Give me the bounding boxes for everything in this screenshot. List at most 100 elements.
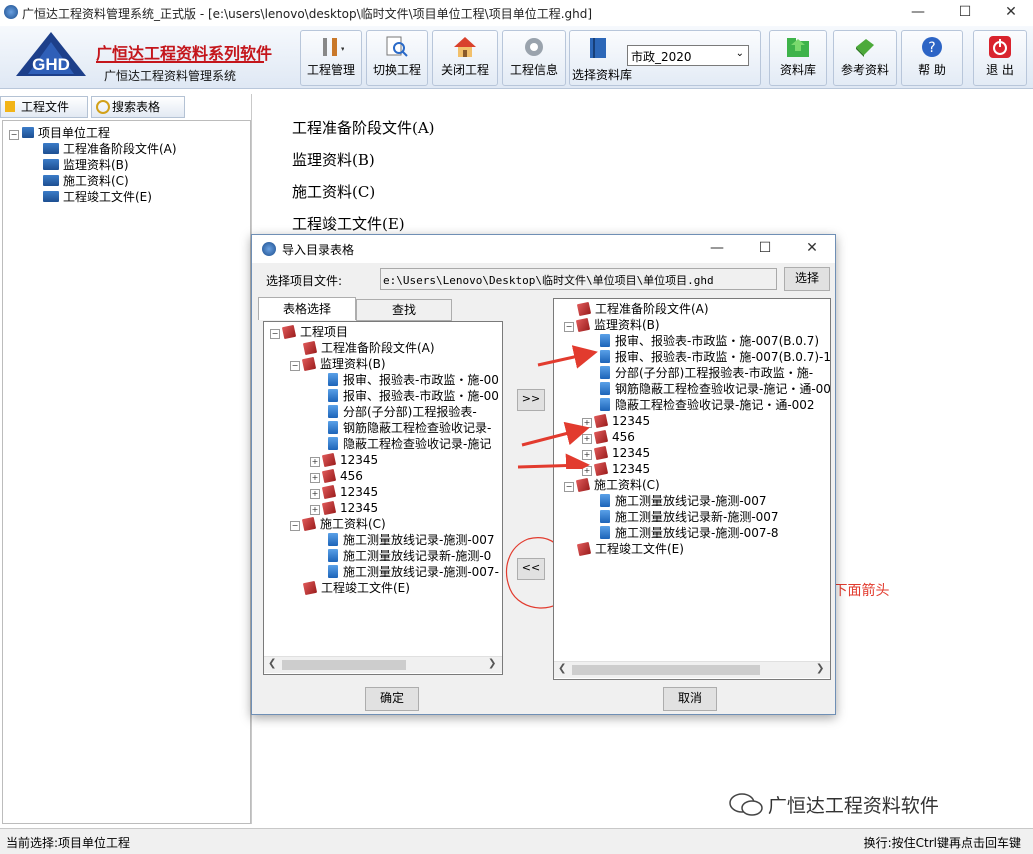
tree-item-b[interactable]: 监理资料(B) [43,157,129,173]
tree-node-label: 12345 [612,414,651,428]
tree-item-e[interactable]: 工程竣工文件(E) [43,189,152,205]
reference-button[interactable]: 参考资料 [833,30,897,86]
tree-node[interactable]: 工程准备阶段文件(A) [576,301,709,317]
scroll-thumb[interactable] [282,660,406,670]
tree-leaf[interactable]: 分部(子分部)工程报验表- [328,404,477,420]
tree-leaf[interactable]: 报审、报验表-市政监・施-007(B.0.7)-1 [600,349,831,365]
tree-leaf[interactable]: 施工测量放线记录-施测-007-8 [600,525,779,541]
book-icon [43,159,59,170]
left-panel: 工程文件 搜索表格 − 项目单位工程 工程准备阶段文件(A) 监理资料(B) 施工… [0,94,252,824]
tab-search-table-label: 搜索表格 [112,100,161,114]
help-icon: ? [922,37,942,57]
tree-node[interactable]: +12345 [310,452,378,468]
tree-node[interactable]: 工程竣工文件(E) [302,580,410,596]
exit-button[interactable]: 退 出 [973,30,1027,86]
close-window-button[interactable]: ✕ [988,0,1033,26]
close-project-label: 关闭工程 [440,63,489,77]
tree-leaf[interactable]: 隐蔽工程检查验收记录-施记 [328,436,491,452]
tree-node[interactable]: +456 [310,468,363,484]
tree-leaf[interactable]: 分部(子分部)工程报验表-市政监・施- [600,365,813,381]
help-button[interactable]: ? 帮 助 [901,30,963,86]
library-select[interactable]: 市政_2020 ⌄ [627,45,749,66]
folder-book-icon [576,541,592,557]
horizontal-scrollbar[interactable]: ❮ ❯ [554,661,830,678]
main-item-a[interactable]: 工程准备阶段文件(A) [292,117,435,138]
tree-node[interactable]: − 监理资料(B) [290,356,386,372]
tree-node[interactable]: +12345 [310,500,378,516]
tree-node[interactable]: 工程竣工文件(E) [576,541,684,557]
tree-leaf[interactable]: 施工测量放线记录-施测-007 [328,532,495,548]
tree-node[interactable]: +12345 [310,484,378,500]
cancel-button[interactable]: 取消 [663,687,717,711]
tab-find[interactable]: 查找 [356,299,452,321]
dialog-minimize-button[interactable]: — [694,236,740,262]
tree-node-label: 12345 [340,453,379,467]
tree-item-a[interactable]: 工程准备阶段文件(A) [43,141,177,157]
tree-leaf-label: 报审、报验表-市政监・施-007(B.0.7)-1 [615,350,831,364]
close-project-button[interactable]: 关闭工程 [432,30,498,86]
tree-leaf[interactable]: 施工测量放线记录-施测-007- [328,564,499,580]
tree-leaf[interactable]: 隐蔽工程检查验收记录-施记・通-002 [600,397,815,413]
dialog-maximize-button[interactable]: ☐ [742,236,788,262]
horizontal-scrollbar[interactable]: ❮ ❯ [264,656,502,673]
document-icon [328,549,338,562]
library-button[interactable]: 资料库 [769,30,827,86]
expand-icon: + [310,489,320,499]
tree-leaf-label: 报审、报验表-市政监・施-007(B.0.7) [615,334,820,348]
main-item-b[interactable]: 监理资料(B) [292,149,375,170]
tree-leaf-label: 施工测量放线记录-施测-007 [343,533,495,547]
tree-node[interactable]: − 工程项目 [270,324,348,340]
status-current-selection: 当前选择:项目单位工程 [6,836,131,850]
switch-project-label: 切换工程 [372,63,421,77]
collapse-icon: − [290,361,300,371]
tab-table-select[interactable]: 表格选择 [258,297,356,320]
scroll-left-icon[interactable]: ❮ [268,658,276,669]
folder-book-icon [321,452,337,468]
tree-leaf[interactable]: 施工测量放线记录新-施测-0 [328,548,491,564]
project-info-button[interactable]: 工程信息 [502,30,566,86]
search-icon [96,100,110,114]
file-path-field[interactable]: e:\Users\Lenovo\Desktop\临时文件\单位项目\单位项目.g… [380,268,777,290]
tree-leaf[interactable]: 报审、报验表-市政监・施-00 [328,372,499,388]
tree-node[interactable]: − 施工资料(C) [290,516,386,532]
collapse-icon: − [270,329,280,339]
tree-leaf[interactable]: 钢筋隐蔽工程检查验收记录- [328,420,491,436]
ok-button[interactable]: 确定 [365,687,419,711]
scroll-right-icon[interactable]: ❯ [488,658,496,669]
svg-text:GHD: GHD [32,55,70,74]
tree-node[interactable]: − 施工资料(C) [564,477,660,493]
choose-file-button[interactable]: 选择 [784,267,830,291]
scroll-thumb[interactable] [572,665,760,675]
tree-leaf[interactable]: 钢筋隐蔽工程检查验收记录-施记・通-00 [600,381,830,397]
tree-node-label: 工程项目 [300,325,349,339]
watermark-text: 广恒达工程资料软件 [767,795,939,817]
power-icon [989,36,1011,58]
collapse-icon: − [564,482,574,492]
tree-item-c[interactable]: 施工资料(C) [43,173,129,189]
tab-project-files[interactable]: 工程文件 [0,96,88,118]
title-bar: 广恒达工程资料管理系统_正式版 - [e:\users\lenovo\deskt… [0,0,1033,26]
tree-leaf-label: 施工测量放线记录新-施测-0 [343,549,492,563]
main-item-e[interactable]: 工程竣工文件(E) [292,213,405,234]
tree-leaf[interactable]: 报审、报验表-市政监・施-007(B.0.7) [600,333,819,349]
main-item-c[interactable]: 施工资料(C) [292,181,375,202]
tree-node[interactable]: 工程准备阶段文件(A) [302,340,435,356]
tree-leaf[interactable]: 施工测量放线记录新-施测-007 [600,509,779,525]
switch-project-button[interactable]: 切换工程 [366,30,428,86]
dialog-close-button[interactable]: ✕ [789,236,835,262]
project-mgmt-button[interactable]: ▾ 工程管理 [300,30,362,86]
tree-root[interactable]: − 项目单位工程 [9,125,110,141]
tree-leaf[interactable]: 报审、报验表-市政监・施-00 [328,388,499,404]
scroll-right-icon[interactable]: ❯ [816,663,824,674]
minimize-button[interactable]: — [895,0,941,26]
tree-leaf-label: 钢筋隐蔽工程检查验收记录- [343,421,492,435]
maximize-button[interactable]: ☐ [942,0,988,26]
document-icon [600,494,610,507]
collapse-icon: − [290,521,300,531]
tree-leaf[interactable]: 施工测量放线记录-施测-007 [600,493,767,509]
scroll-left-icon[interactable]: ❮ [558,663,566,674]
document-icon [328,405,338,418]
tree-item-label: 工程竣工文件(E) [63,190,152,204]
tab-search-table[interactable]: 搜索表格 [91,96,185,118]
tree-node-label: 工程竣工文件(E) [595,542,684,556]
